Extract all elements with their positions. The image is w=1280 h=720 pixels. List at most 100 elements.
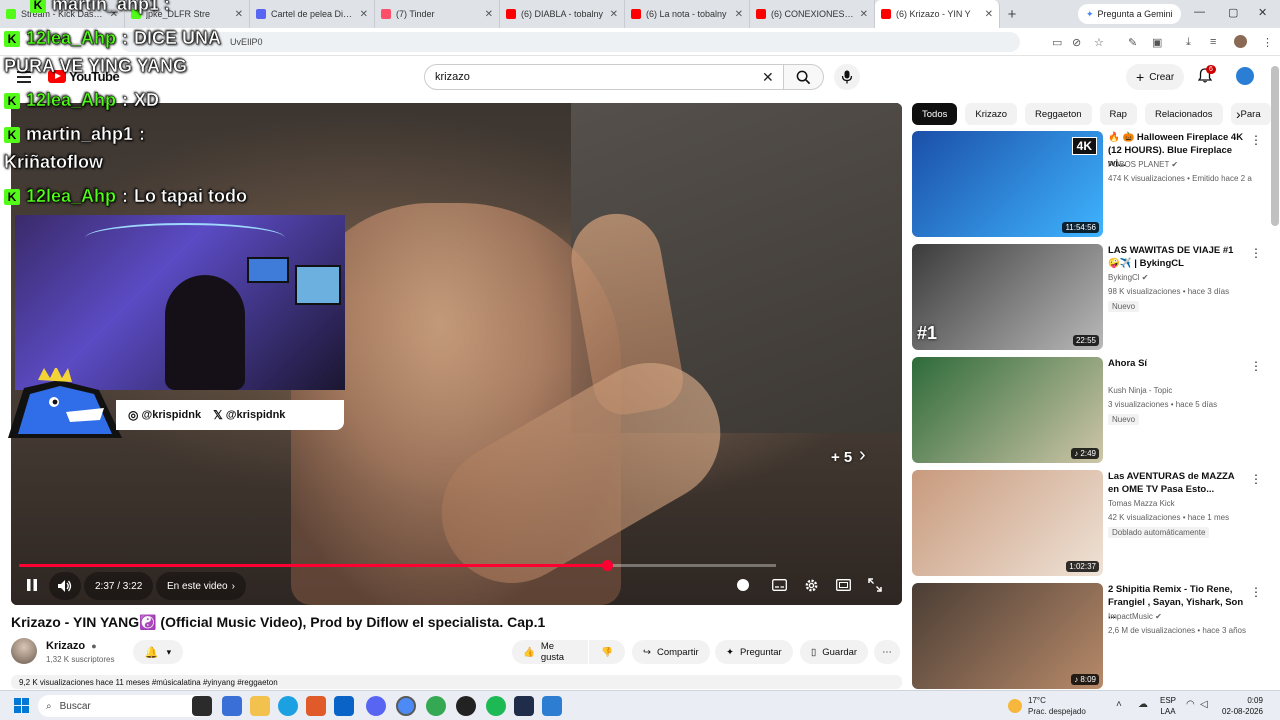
- recommended-channel[interactable]: ImpactMusic ✔: [1108, 612, 1162, 621]
- recommended-channel[interactable]: FOBOS PLANET ✔: [1108, 160, 1178, 169]
- edge-icon[interactable]: [278, 696, 298, 716]
- settings-button[interactable]: [804, 578, 819, 593]
- recommended-title[interactable]: Las AVENTURAS de MAZZA en OME TV Pasa Es…: [1108, 470, 1244, 496]
- browser-tab[interactable]: Cartel de pelea Disco ✕: [250, 0, 375, 28]
- search-input[interactable]: krizazo: [424, 64, 784, 90]
- recommended-video[interactable]: 1:02:37 Las AVENTURAS de MAZZA en OME TV …: [912, 470, 1262, 576]
- dislike-button[interactable]: 👎: [589, 640, 625, 664]
- tab-close-icon[interactable]: ✕: [985, 9, 993, 20]
- pause-button[interactable]: [26, 578, 38, 592]
- wifi-icon[interactable]: ◠: [1186, 699, 1195, 710]
- filter-chip[interactable]: Rap: [1099, 103, 1137, 125]
- tab-close-icon[interactable]: ✕: [235, 9, 243, 20]
- obs-icon[interactable]: [456, 696, 476, 716]
- chevron-right-icon[interactable]: ›: [859, 444, 866, 467]
- more-vertical-icon[interactable]: ⋮: [1250, 133, 1262, 147]
- tab-close-icon[interactable]: ✕: [485, 9, 493, 20]
- create-button[interactable]: + Crear: [1126, 64, 1185, 90]
- recommended-video[interactable]: ♪ 2:49 Ahora Sí Kush Ninja - Topic 3 visual…: [912, 357, 1262, 463]
- browser-tab[interactable]: (6) DIABLA - tobalny ✕: [500, 0, 625, 28]
- filter-chip[interactable]: Relacionados: [1144, 103, 1223, 125]
- url-field[interactable]: UvEIlP0: [120, 32, 1020, 52]
- close-window-button[interactable]: ✕: [1258, 6, 1267, 19]
- recommended-video[interactable]: 4K 11:54:56 🔥 🎃 Halloween Fireplace 4K (12…: [912, 131, 1262, 237]
- taskbar-clock[interactable]: 0:09 02-08-2026: [1222, 695, 1263, 717]
- app-icon-1[interactable]: [222, 696, 242, 716]
- tab-close-icon[interactable]: ✕: [735, 9, 743, 20]
- recommended-channel[interactable]: Kush Ninja - Topic: [1108, 386, 1172, 395]
- progress-scrubber[interactable]: [601, 560, 613, 571]
- minimize-button[interactable]: —: [1194, 6, 1205, 18]
- video-thumbnail[interactable]: 1:02:37: [912, 470, 1103, 576]
- ask-button[interactable]: ✦ Preguntar: [715, 640, 793, 664]
- profile-avatar[interactable]: [1234, 35, 1247, 48]
- bookmark-star-icon[interactable]: ☆: [1094, 36, 1104, 49]
- channel-name[interactable]: Krizazo ●: [46, 640, 97, 652]
- account-avatar[interactable]: [1236, 67, 1254, 85]
- video-thumbnail[interactable]: ♪ 8:09: [912, 583, 1103, 689]
- windows-start-icon[interactable]: [14, 698, 29, 713]
- more-actions-button[interactable]: ⋯: [874, 640, 900, 664]
- download-icon[interactable]: ⤓: [1186, 36, 1191, 49]
- spotify-icon[interactable]: [486, 696, 506, 716]
- browser-tab[interactable]: (6) Krizazo - YIN Y ✕: [875, 0, 1000, 28]
- recommended-video[interactable]: ♪ 8:09 2 Shipitia Remix - Tio Rene, Frang…: [912, 583, 1262, 689]
- recommended-channel[interactable]: Tomas Mazza Kick: [1108, 499, 1175, 508]
- volume-button[interactable]: [49, 572, 81, 600]
- voice-search-button[interactable]: [834, 64, 860, 90]
- like-button[interactable]: 👍 Me gusta: [512, 640, 588, 664]
- channel-avatar[interactable]: [11, 638, 37, 664]
- subscription-bell-button[interactable]: 🔔 ▾: [133, 640, 183, 664]
- video-thumbnail[interactable]: ♪ 2:49: [912, 357, 1103, 463]
- puzzle-icon[interactable]: ▣: [1152, 36, 1162, 49]
- browser-tab[interactable]: (7) Tinder ✕: [375, 0, 500, 28]
- outlook-icon[interactable]: [334, 696, 354, 716]
- video-progress-bar[interactable]: [19, 560, 776, 571]
- tab-close-icon[interactable]: ✕: [610, 9, 618, 20]
- new-tab-button[interactable]: +: [1000, 6, 1024, 23]
- fullscreen-button[interactable]: [868, 578, 882, 592]
- taskbar-search[interactable]: ⌕ Buscar: [38, 695, 208, 717]
- reading-list-icon[interactable]: ≡: [1210, 36, 1216, 48]
- more-vertical-icon[interactable]: ⋮: [1250, 359, 1262, 373]
- discord-icon[interactable]: [366, 696, 386, 716]
- theater-mode-button[interactable]: [836, 579, 851, 591]
- hide-eye-icon[interactable]: ⊘: [1072, 36, 1081, 49]
- taskbar-weather[interactable]: 17°C Prac. despejado: [1028, 695, 1086, 717]
- task-view-icon[interactable]: [192, 696, 212, 716]
- chrome-icon[interactable]: [396, 696, 416, 716]
- chrome-profile-icon[interactable]: [426, 696, 446, 716]
- app-icon-2[interactable]: [514, 696, 534, 716]
- tab-close-icon[interactable]: ✕: [360, 9, 368, 20]
- gemini-button[interactable]: ✦ Pregunta a Gemini: [1078, 4, 1181, 24]
- browser-tab[interactable]: (6) CONEXIONES & M ✕: [750, 0, 875, 28]
- maximize-button[interactable]: ▢: [1228, 6, 1238, 19]
- search-button[interactable]: [784, 64, 824, 90]
- extension-icon[interactable]: ✎: [1128, 36, 1137, 49]
- app-icon-3[interactable]: [542, 696, 562, 716]
- recommended-title[interactable]: LAS WAWITAS DE VIAJE #1 🤪✈️ | BykingCL: [1108, 244, 1244, 270]
- tab-close-icon[interactable]: ✕: [860, 9, 868, 20]
- video-thumbnail[interactable]: 4K 11:54:56: [912, 131, 1103, 237]
- save-button[interactable]: ▯ Guardar: [800, 640, 869, 664]
- autoplay-toggle[interactable]: [737, 579, 749, 591]
- more-vertical-icon[interactable]: ⋮: [1250, 472, 1262, 486]
- subtitles-button[interactable]: [772, 579, 787, 591]
- file-explorer-icon[interactable]: [250, 696, 270, 716]
- recommended-video[interactable]: #1 22:55 LAS WAWITAS DE VIAJE #1 🤪✈️ | Byk…: [912, 244, 1262, 350]
- recommended-channel[interactable]: BykingCl ✔: [1108, 273, 1149, 282]
- onedrive-icon[interactable]: ☁: [1138, 699, 1148, 710]
- video-description-meta[interactable]: 9,2 K visualizaciones hace 11 meses #mús…: [11, 675, 902, 689]
- office-icon[interactable]: [306, 696, 326, 716]
- filter-chip[interactable]: Krizazo: [965, 103, 1018, 125]
- cast-icon[interactable]: ▭: [1052, 36, 1062, 49]
- chips-next-arrow-icon[interactable]: ›: [1236, 106, 1241, 122]
- browser-tab[interactable]: (6) La nota - tobalny ✕: [625, 0, 750, 28]
- recommended-title[interactable]: Ahora Sí: [1108, 357, 1244, 370]
- more-vertical-icon[interactable]: ⋮: [1250, 246, 1262, 260]
- share-button[interactable]: ↪ Compartir: [632, 640, 710, 664]
- browser-menu-icon[interactable]: ⋮: [1262, 36, 1273, 49]
- chapter-button[interactable]: En este video ›: [156, 572, 246, 600]
- filter-chip[interactable]: Todos: [912, 103, 958, 125]
- video-thumbnail[interactable]: #1 22:55: [912, 244, 1103, 350]
